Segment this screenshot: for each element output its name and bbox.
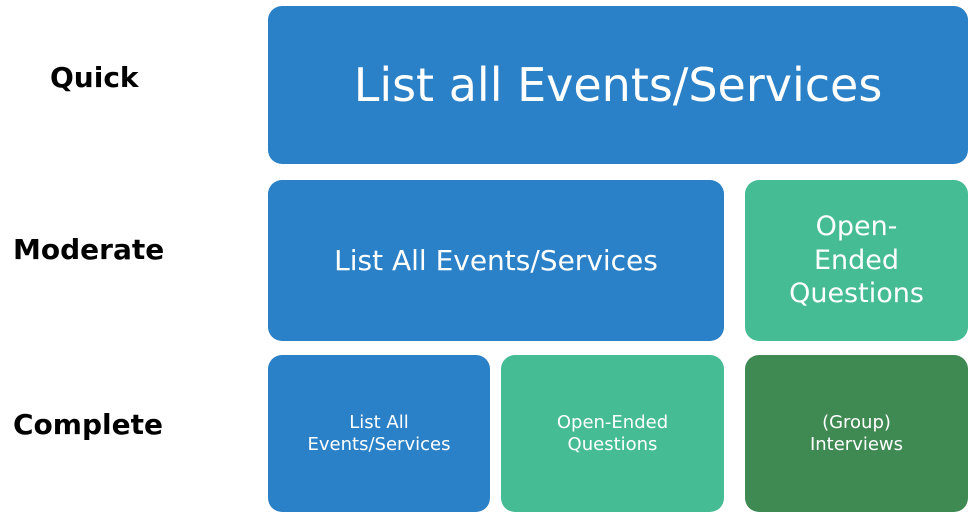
- moderate-open-ended-text: Open- Ended Questions: [789, 210, 924, 310]
- moderate-open-ended-box: Open- Ended Questions: [745, 180, 968, 341]
- complete-open-ended-box: Open-Ended Questions: [501, 355, 724, 512]
- complete-interviews-text: (Group) Interviews: [809, 411, 904, 455]
- row-label-quick: Quick: [50, 61, 139, 94]
- quick-list-events-text: List all Events/Services: [353, 58, 883, 112]
- complete-list-events-text: List All Events/Services: [307, 411, 451, 455]
- moderate-list-events-box: List All Events/Services: [268, 180, 724, 341]
- moderate-list-events-text: List All Events/Services: [334, 244, 658, 277]
- row-label-complete: Complete: [13, 408, 163, 441]
- complete-list-events-box: List All Events/Services: [268, 355, 490, 512]
- complete-interviews-box: (Group) Interviews: [745, 355, 968, 512]
- row-label-moderate: Moderate: [13, 233, 165, 266]
- quick-list-events-box: List all Events/Services: [268, 6, 968, 164]
- complete-open-ended-text: Open-Ended Questions: [556, 411, 669, 455]
